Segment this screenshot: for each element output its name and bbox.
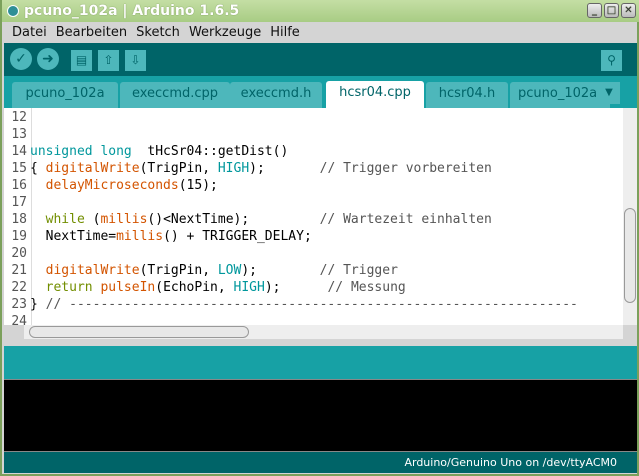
new-button[interactable]: ▤ xyxy=(71,50,92,71)
line-number: 18 xyxy=(11,212,27,227)
code-token: tHcSr04::getDist() xyxy=(131,144,289,159)
close-button[interactable]: ✕ xyxy=(621,3,636,18)
tab-pcuno-102a[interactable]: pcuno_102a xyxy=(12,82,118,108)
code-token: HIGH xyxy=(217,161,250,176)
code-token: unsigned long xyxy=(30,144,132,159)
verify-button[interactable]: ✓ xyxy=(10,48,32,70)
line-number: 20 xyxy=(11,246,27,261)
arduino-logo-icon xyxy=(7,5,19,17)
window-title: pcuno_102a | Arduino 1.6.5 xyxy=(24,3,240,19)
code-token: return xyxy=(45,280,93,295)
line-number: 14 xyxy=(11,144,27,159)
code-token: digitalWrite xyxy=(45,161,140,176)
code-token: (15); xyxy=(178,178,218,193)
line-number: 13 xyxy=(11,127,27,142)
code-token: (EchoPin, xyxy=(155,280,234,295)
code-line: 17 xyxy=(4,194,623,211)
code-line: 24 xyxy=(4,313,623,325)
console-output xyxy=(4,379,637,452)
upload-button[interactable]: ➜ xyxy=(37,48,59,70)
title-bar: pcuno_102a | Arduino 1.6.5 _ □ ✕ xyxy=(2,0,639,22)
code-line: 19 NextTime=millis() + TRIGGER_DELAY; xyxy=(4,228,623,245)
line-number: 12 xyxy=(11,110,27,125)
maximize-button[interactable]: □ xyxy=(604,3,619,18)
code-token: ); xyxy=(241,263,320,278)
tab-hcsr04-cpp[interactable]: hcsr04.cpp xyxy=(326,81,424,108)
code-token: NextTime= xyxy=(30,229,117,244)
code-token: millis xyxy=(100,212,148,227)
code-token: () + TRIGGER_DELAY; xyxy=(163,229,312,244)
message-area xyxy=(4,346,637,379)
code-token: ); xyxy=(264,280,328,295)
serial-monitor-button[interactable]: ⚲ xyxy=(601,50,622,71)
save-button[interactable]: ⇩ xyxy=(125,50,146,71)
vertical-scroll-thumb[interactable] xyxy=(624,208,636,303)
line-number: 22 xyxy=(11,280,27,295)
line-number: 23 xyxy=(11,297,27,312)
code-token: pulseIn xyxy=(100,280,156,295)
tab-execcmd-h[interactable]: execcmd.h xyxy=(230,82,322,108)
code-token: digitalWrite xyxy=(45,263,140,278)
line-number: 19 xyxy=(11,229,27,244)
code-token: while xyxy=(45,212,85,227)
code-line: 22 return pulseIn(EchoPin, HIGH); // Mes… xyxy=(4,279,623,296)
menu-sketch[interactable]: Sketch xyxy=(136,22,180,43)
tab-execcmd-cpp[interactable]: execcmd.cpp xyxy=(120,82,230,108)
code-token: // -------------------------------------… xyxy=(45,297,578,312)
arduino-window: pcuno_102a | Arduino 1.6.5 _ □ ✕ Datei B… xyxy=(0,0,639,476)
tab-pcuno-102a-h[interactable]: pcuno_102a.h xyxy=(510,82,610,108)
line-number: 21 xyxy=(11,263,27,278)
code-line: 13 xyxy=(4,126,623,143)
code-token: (TrigPin, xyxy=(139,263,218,278)
menu-datei[interactable]: Datei xyxy=(12,22,47,43)
board-port-status: Arduino/Genuino Uno on /dev/ttyACM0 xyxy=(404,456,617,469)
code-token: // Wartezeit einhalten xyxy=(319,212,492,227)
code-token: // Messung xyxy=(327,280,406,295)
line-number: 17 xyxy=(11,195,27,210)
open-button[interactable]: ⇧ xyxy=(98,50,119,71)
menu-werkzeuge[interactable]: Werkzeuge xyxy=(189,22,261,43)
code-token: ( xyxy=(84,212,101,227)
code-line: 15{ digitalWrite(TrigPin, HIGH); // Trig… xyxy=(4,160,623,177)
code-token: (TrigPin, xyxy=(139,161,218,176)
menu-hilfe[interactable]: Hilfe xyxy=(270,22,300,43)
minimize-button[interactable]: _ xyxy=(587,3,602,18)
code-editor[interactable]: 12 13 14 unsigned long tHcSr04::getDist() 15… xyxy=(4,108,623,325)
menu-bar: Datei Bearbeiten Sketch Werkzeuge Hilfe xyxy=(4,22,637,43)
tab-bar: pcuno_102a execcmd.cpp execcmd.h hcsr04.… xyxy=(4,76,637,108)
code-line: 23} // ---------------------------------… xyxy=(4,296,623,313)
code-token: } xyxy=(30,297,46,312)
code-token: { xyxy=(30,161,46,176)
line-number: 16 xyxy=(11,178,27,193)
line-number: 15 xyxy=(11,161,27,176)
line-number: 24 xyxy=(11,314,27,325)
code-line: 21 digitalWrite(TrigPin, LOW); // Trigge… xyxy=(4,262,623,279)
code-token: delayMicroseconds xyxy=(45,178,179,193)
vertical-scrollbar[interactable] xyxy=(623,108,637,325)
code-line: 18 while (millis()<NextTime); // Warteze… xyxy=(4,211,623,228)
status-bar: Arduino/Genuino Uno on /dev/ttyACM0 xyxy=(4,452,637,473)
code-token: millis xyxy=(116,229,164,244)
code-token: // Trigger xyxy=(319,263,398,278)
horizontal-scroll-thumb[interactable] xyxy=(29,326,249,338)
code-token: ()<NextTime); xyxy=(147,212,320,227)
code-token: // Trigger vorbereiten xyxy=(319,161,492,176)
code-token: LOW xyxy=(217,263,242,278)
tab-menu-dropdown-icon[interactable]: ▼ xyxy=(598,82,620,104)
horizontal-scrollbar[interactable] xyxy=(24,325,623,339)
code-token: ); xyxy=(249,161,320,176)
code-line: 12 xyxy=(4,109,623,126)
tab-hcsr04-h[interactable]: hcsr04.h xyxy=(426,82,508,108)
code-line: 16 delayMicroseconds(15); xyxy=(4,177,623,194)
toolbar: ✓ ➜ ▤ ⇧ ⇩ ⚲ xyxy=(4,43,637,76)
code-token: HIGH xyxy=(233,280,265,295)
menu-bearbeiten[interactable]: Bearbeiten xyxy=(56,22,127,43)
code-line: 20 xyxy=(4,245,623,262)
code-line: 14 unsigned long tHcSr04::getDist() xyxy=(4,143,623,160)
